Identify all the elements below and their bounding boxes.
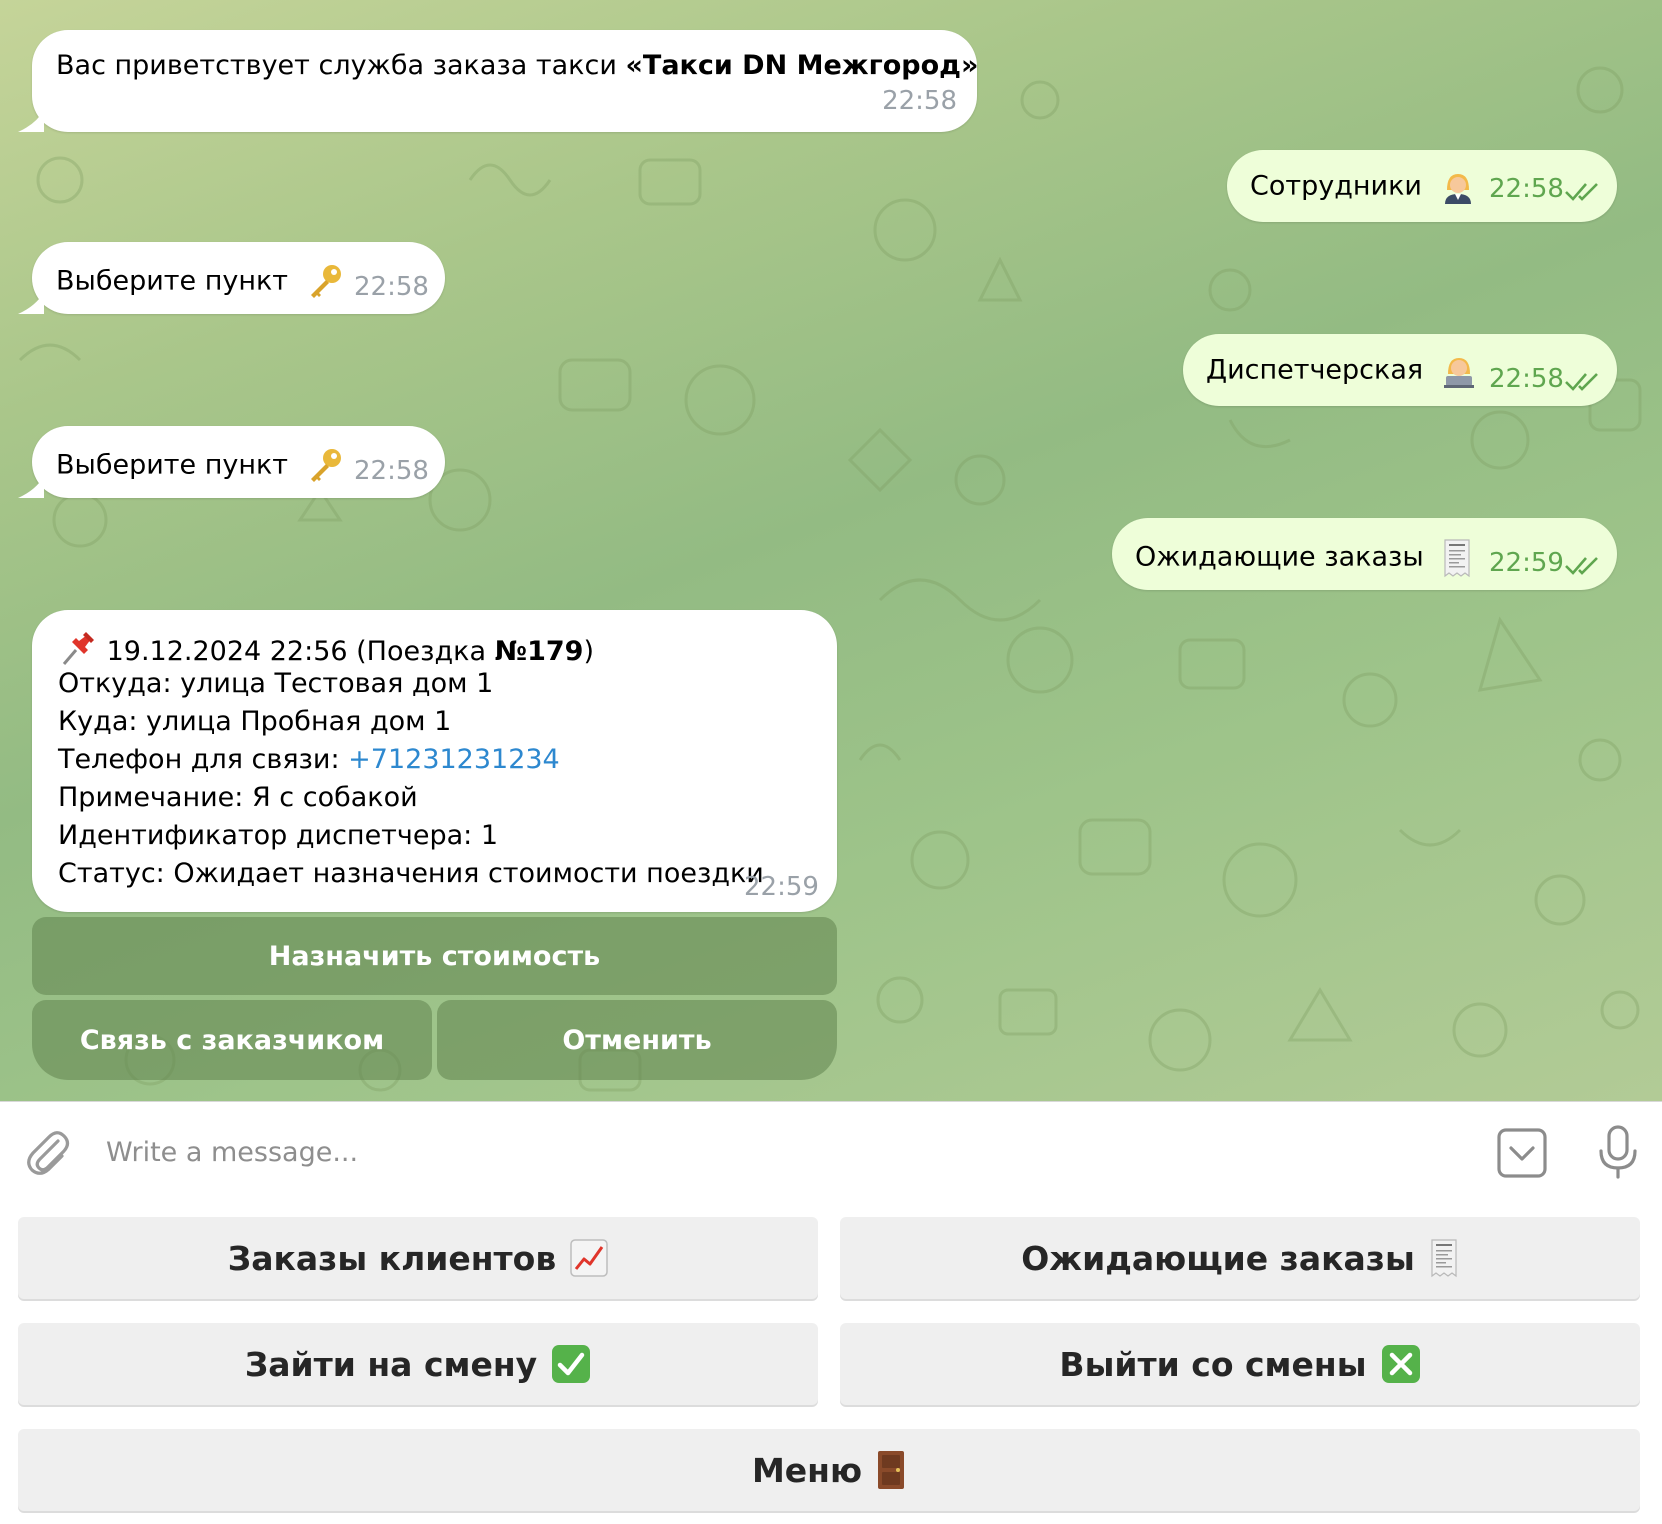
- message-label: Ожидающие заказы: [1135, 541, 1424, 573]
- button-label: Заказы клиентов: [227, 1238, 557, 1278]
- microphone-icon[interactable]: [1596, 1124, 1640, 1184]
- pending-orders-button[interactable]: Ожидающие заказы: [840, 1217, 1640, 1299]
- bubble-tail: [18, 292, 44, 314]
- read-checkmarks-icon: [1565, 557, 1598, 575]
- bubble-tail: [18, 110, 44, 132]
- message-label: Сотрудники: [1250, 170, 1422, 202]
- message-time: 22:58: [354, 272, 429, 302]
- receipt-icon: [1431, 1239, 1457, 1278]
- order-trip-number: №179: [494, 636, 584, 667]
- woman-office-worker-icon: [1444, 174, 1471, 204]
- message-text: Ожидающие заказы: [1135, 538, 1472, 578]
- chart-increasing-icon: [570, 1239, 608, 1277]
- read-checkmarks-icon: [1565, 183, 1598, 201]
- message-outgoing-dispatch: Диспетчерская 22:58: [1183, 334, 1617, 406]
- message-composer: [0, 1101, 1662, 1199]
- button-label: Выйти со смены: [1059, 1344, 1367, 1384]
- order-header: 19.12.2024 22:56 (Поездка №179): [58, 628, 594, 668]
- message-time: 22:59: [1489, 548, 1564, 578]
- woman-technologist-icon: [1443, 358, 1474, 388]
- cancel-order-button[interactable]: Отменить: [437, 1000, 837, 1080]
- message-label: Диспетчерская: [1206, 354, 1424, 386]
- menu-button[interactable]: Меню: [18, 1429, 1640, 1511]
- order-from: Откуда: улица Тестовая дом 1: [58, 668, 494, 699]
- order-to: Куда: улица Пробная дом 1: [58, 706, 452, 737]
- contact-customer-button[interactable]: Связь с заказчиком: [32, 1000, 432, 1080]
- order-datetime: 19.12.2024 22:56 (Поездка: [98, 636, 495, 667]
- read-checkmarks-icon: [1565, 373, 1598, 391]
- door-icon: [878, 1451, 905, 1489]
- set-price-button[interactable]: Назначить стоимость: [32, 917, 837, 995]
- order-header-suffix: ): [583, 636, 594, 667]
- pushpin-icon: [62, 632, 94, 665]
- bubble-tail: [18, 476, 44, 498]
- message-time: 22:58: [882, 86, 957, 116]
- start-shift-button[interactable]: Зайти на смену: [18, 1323, 818, 1405]
- message-choose-item-2: Выберите пункт 22:58: [32, 426, 445, 498]
- message-time: 22:59: [744, 872, 819, 902]
- chat-area[interactable]: Вас приветствует служба заказа такси «Та…: [0, 0, 1662, 1101]
- client-orders-button[interactable]: Заказы клиентов: [18, 1217, 818, 1299]
- message-label: Выберите пункт: [56, 449, 289, 481]
- message-time: 22:58: [1489, 364, 1564, 394]
- reply-keyboard: Заказы клиентов Ожидающие заказы Зайти н…: [0, 1199, 1662, 1524]
- check-mark-button-icon: [552, 1345, 591, 1383]
- message-text: Сотрудники: [1250, 170, 1475, 204]
- button-label: Зайти на смену: [244, 1344, 538, 1384]
- paperclip-icon[interactable]: [24, 1127, 72, 1183]
- message-text: Вас приветствует служба заказа такси «Та…: [56, 50, 978, 81]
- greeting-text: Вас приветствует служба заказа такси: [56, 50, 626, 81]
- message-label: Выберите пункт: [56, 265, 289, 297]
- order-dispatcher-id: Идентификатор диспетчера: 1: [58, 820, 499, 851]
- message-outgoing-pending: Ожидающие заказы 22:59: [1112, 518, 1617, 590]
- message-time: 22:58: [354, 456, 429, 486]
- order-card: 19.12.2024 22:56 (Поездка №179) Откуда: …: [32, 610, 837, 912]
- order-note: Примечание: Я с собакой: [58, 782, 418, 813]
- message-greeting: Вас приветствует служба заказа такси «Та…: [32, 30, 978, 132]
- key-icon: [310, 265, 341, 298]
- cross-mark-button-icon: [1381, 1345, 1420, 1383]
- message-choose-item-1: Выберите пункт 22:58: [32, 242, 445, 314]
- message-outgoing-staff: Сотрудники 22:58: [1227, 150, 1617, 222]
- button-label: Ожидающие заказы: [1021, 1238, 1415, 1278]
- button-label: Меню: [751, 1450, 863, 1490]
- receipt-icon: [1444, 539, 1470, 578]
- order-status: Статус: Ожидает назначения стоимости пое…: [58, 858, 764, 889]
- order-phone-link[interactable]: +71231231234: [348, 744, 560, 775]
- message-text: Диспетчерская: [1206, 354, 1476, 388]
- end-shift-button[interactable]: Выйти со смены: [840, 1323, 1640, 1405]
- bot-commands-icon[interactable]: [1497, 1128, 1547, 1182]
- message-text: Выберите пункт: [56, 446, 345, 486]
- greeting-brand: «Такси DN Межгород»: [625, 50, 979, 81]
- message-input[interactable]: [106, 1130, 1466, 1174]
- order-phone-label: Телефон для связи:: [58, 744, 349, 775]
- message-time: 22:58: [1489, 174, 1564, 204]
- message-text: Выберите пункт: [56, 262, 345, 302]
- key-icon: [310, 449, 341, 482]
- order-phone-line: Телефон для связи: +71231231234: [58, 744, 560, 775]
